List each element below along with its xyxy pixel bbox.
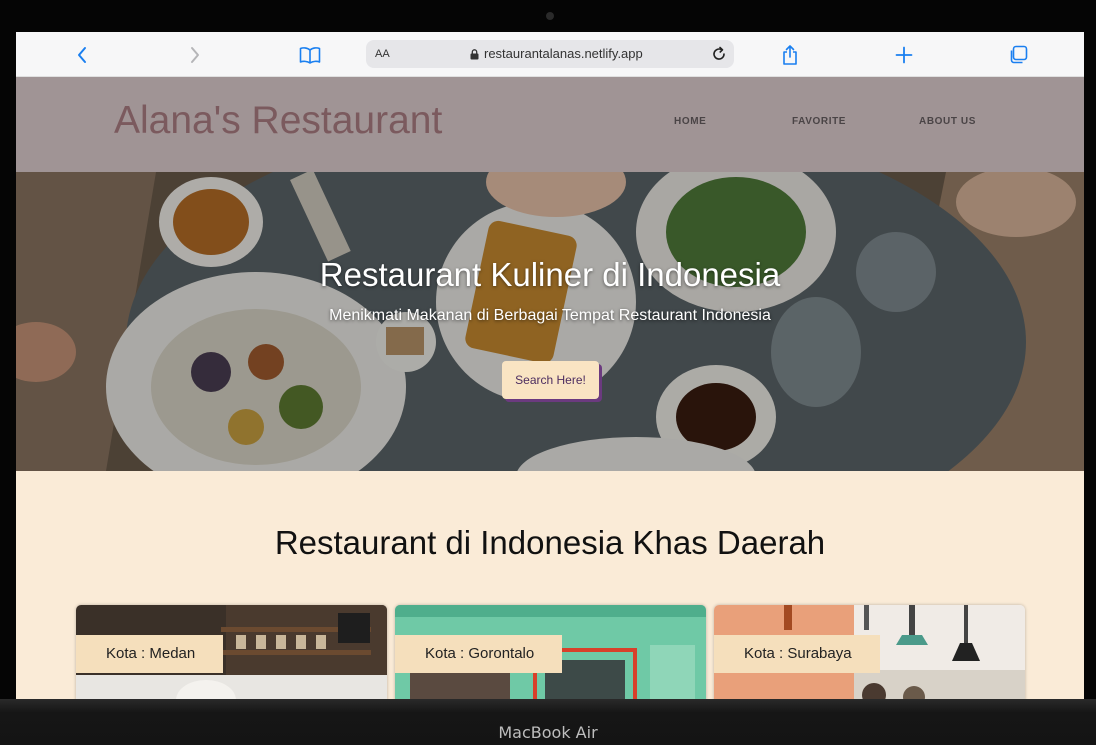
forward-button[interactable]	[181, 41, 209, 69]
camera-dot	[546, 12, 554, 20]
nav-favorite[interactable]: FAVORITE	[792, 116, 846, 127]
search-here-button[interactable]: Search Here!	[502, 361, 599, 399]
city-label-medan: Kota : Medan	[76, 635, 224, 673]
reload-icon[interactable]	[710, 45, 728, 63]
city-label-gorontalo: Kota : Gorontalo	[395, 635, 563, 673]
regional-restaurants-section: Restaurant di Indonesia Khas Daerah Kota…	[16, 471, 1084, 699]
bookmarks-icon	[299, 47, 321, 64]
browser-screen: AA restaurantalanas.netlify.app Alana's …	[16, 32, 1084, 699]
section-title: Restaurant di Indonesia Khas Daerah	[274, 524, 826, 561]
hero-banner: Restaurant Kuliner di Indonesia Menikmat…	[16, 172, 1084, 471]
forward-icon	[191, 47, 199, 63]
site-header: Alana's Restaurant HOME FAVORITE ABOUT U…	[16, 77, 1084, 172]
share-button[interactable]	[776, 41, 804, 69]
new-tab-icon	[895, 46, 913, 64]
url-text: restaurantalanas.netlify.app	[484, 46, 643, 61]
city-label-surabaya: Kota : Surabaya	[714, 635, 880, 673]
back-icon	[78, 47, 86, 63]
hero-title: Restaurant Kuliner di Indonesia	[319, 256, 781, 293]
nav-home[interactable]: HOME	[674, 116, 706, 127]
tabs-icon	[1010, 45, 1028, 64]
hero-subtitle: Menikmati Makanan di Berbagai Tempat Res…	[329, 307, 771, 324]
device-bezel: AA restaurantalanas.netlify.app Alana's …	[0, 0, 1096, 745]
city-card-gorontalo[interactable]: Kota : Gorontalo	[395, 605, 706, 699]
text-size-button[interactable]: AA	[375, 48, 390, 60]
back-button[interactable]	[68, 41, 96, 69]
new-tab-button[interactable]	[890, 41, 918, 69]
address-bar[interactable]: AA restaurantalanas.netlify.app	[366, 40, 734, 68]
brand-logo[interactable]: Alana's Restaurant	[114, 99, 442, 143]
laptop-chin: MacBook Air	[0, 699, 1096, 745]
browser-toolbar: AA restaurantalanas.netlify.app	[16, 32, 1084, 77]
bookmarks-button[interactable]	[296, 41, 324, 69]
city-card-medan[interactable]: Kota : Medan	[76, 605, 387, 699]
device-label: MacBook Air	[498, 723, 598, 742]
nav-about-us[interactable]: ABOUT US	[919, 116, 976, 127]
share-icon	[783, 45, 797, 65]
lock-icon	[470, 49, 479, 60]
city-card-surabaya[interactable]: Kota : Surabaya	[714, 605, 1025, 699]
tabs-button[interactable]	[1004, 41, 1032, 69]
